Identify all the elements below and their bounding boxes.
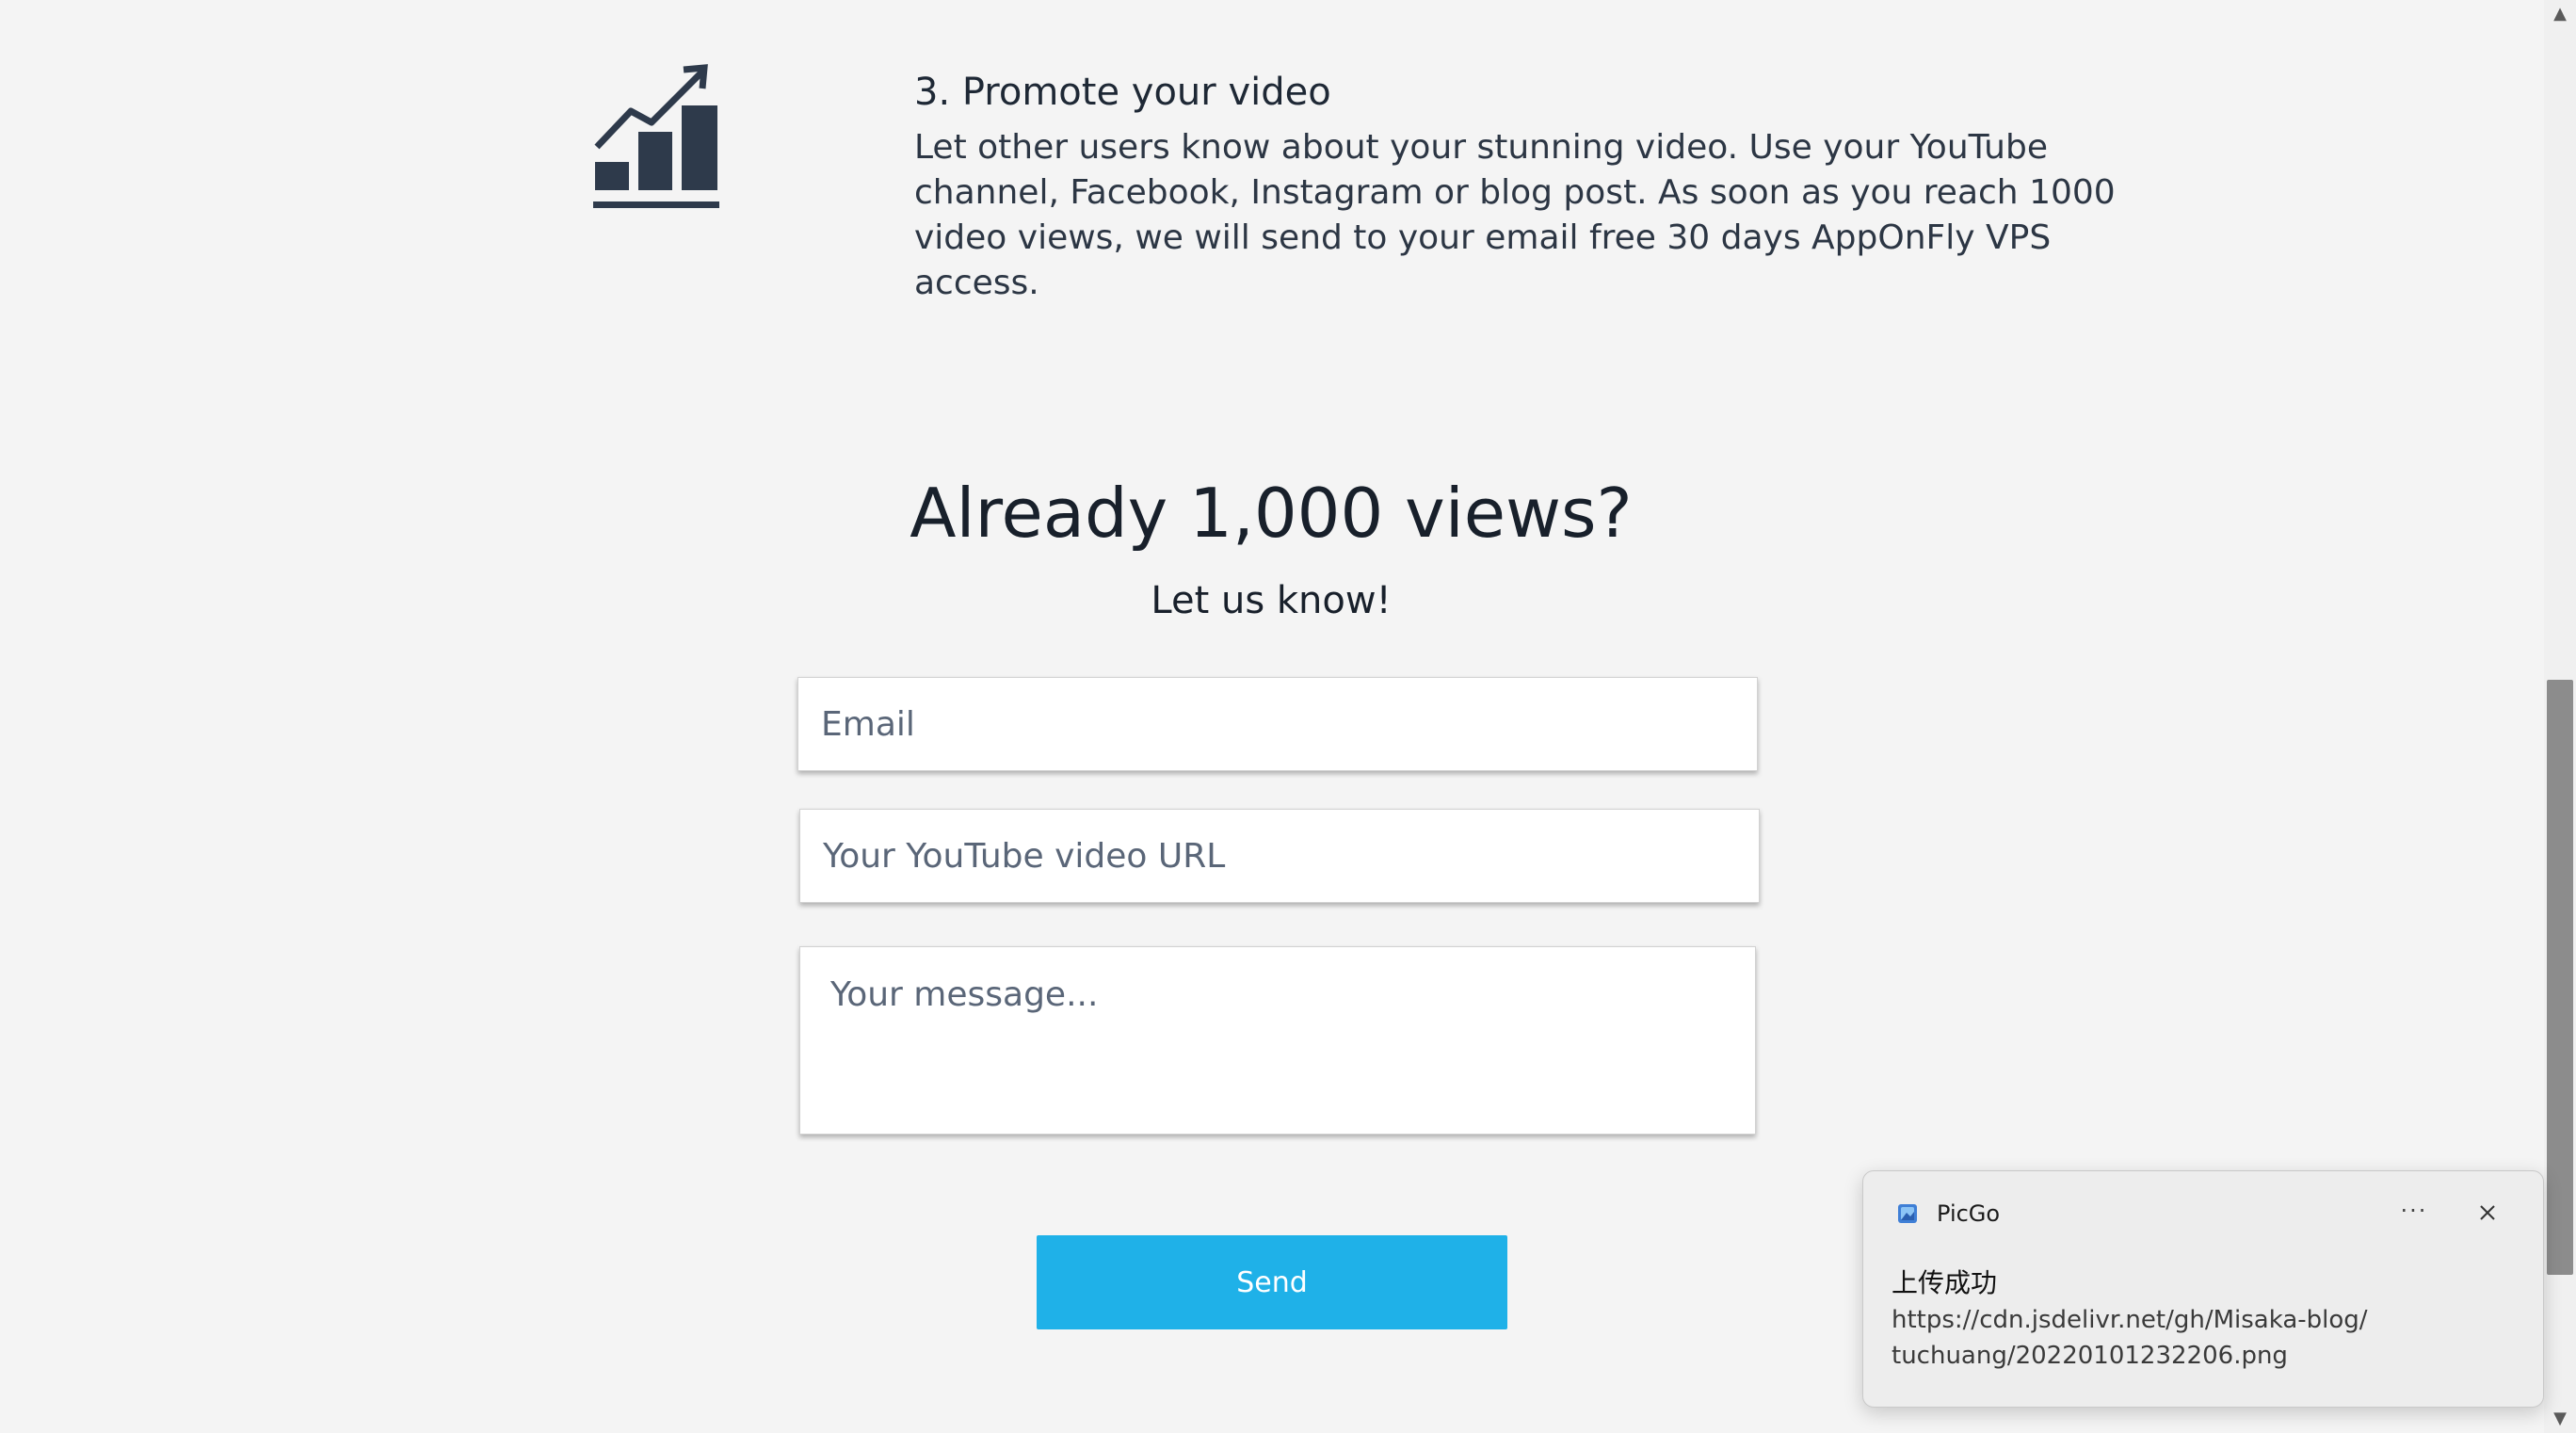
page-scrollbar[interactable]: ▲ ▼	[2544, 0, 2576, 1433]
notification-url-line-1: https://cdn.jsdelivr.net/gh/Misaka-blog/	[1892, 1306, 2368, 1334]
send-button[interactable]: Send	[1037, 1235, 1507, 1329]
step-description: Let other users know about your stunning…	[914, 128, 2116, 302]
picgo-app-icon	[1898, 1204, 1917, 1223]
message-field[interactable]	[799, 946, 1756, 1135]
growth-chart-icon	[593, 64, 719, 208]
youtube-url-field[interactable]	[799, 809, 1760, 903]
close-icon[interactable]	[2464, 1192, 2511, 1233]
more-options-button[interactable]: ···	[2391, 1192, 2438, 1233]
email-field[interactable]	[797, 677, 1758, 771]
step-title: 3. Promote your video	[914, 71, 1331, 114]
notification-app-name: PicGo	[1937, 1200, 2001, 1227]
notification-title: 上传成功	[1892, 1267, 1998, 1298]
cta-heading: Already 1,000 views?	[910, 474, 1633, 553]
picgo-notification[interactable]: PicGo ··· 上传成功 https://cdn.jsdelivr.net/…	[1862, 1170, 2544, 1408]
notification-message: https://cdn.jsdelivr.net/gh/Misaka-blog/…	[1892, 1302, 2513, 1374]
scroll-thumb[interactable]	[2547, 680, 2573, 1275]
page: 3. Promote your video Let other users kn…	[0, 0, 2576, 1433]
cta-subheading: Let us know!	[1151, 579, 1392, 622]
scroll-up-arrow-icon[interactable]: ▲	[2544, 0, 2576, 28]
notification-url-line-2: tuchuang/20220101232206.png	[1892, 1342, 2288, 1370]
scroll-down-arrow-icon[interactable]: ▼	[2544, 1405, 2576, 1433]
